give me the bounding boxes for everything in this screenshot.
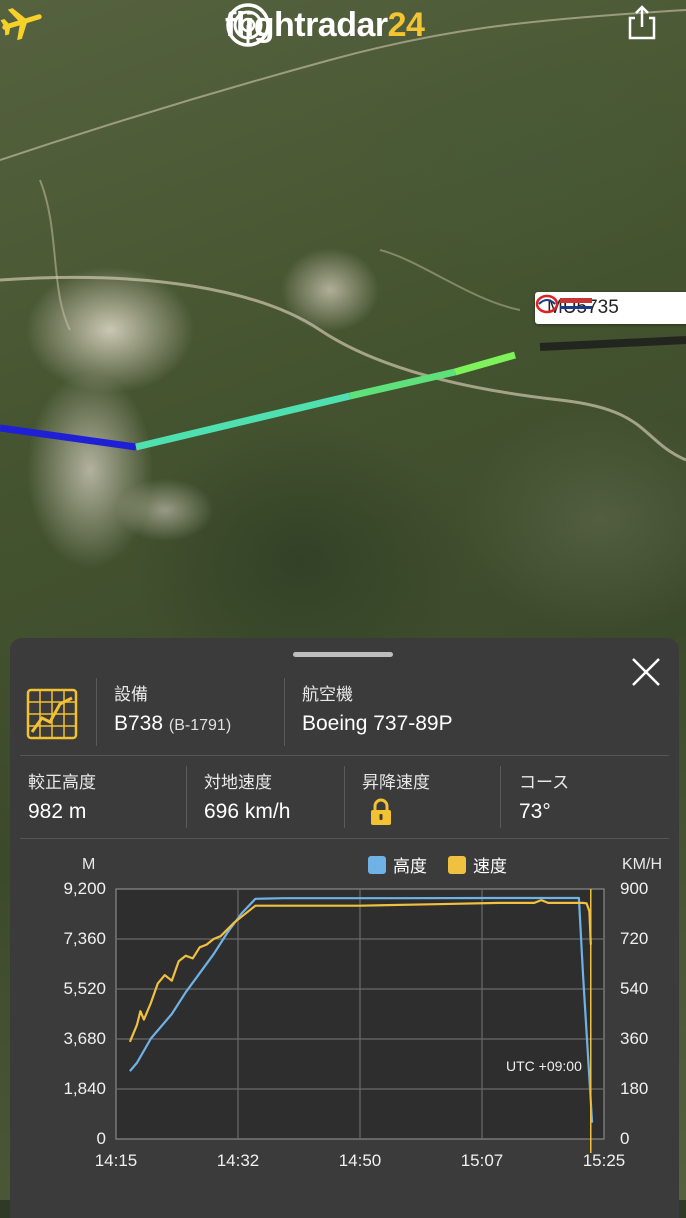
aircraft-label: 航空機 (302, 685, 353, 704)
y-left-tick-label: 5,520 (63, 979, 106, 998)
lock-icon[interactable] (370, 798, 392, 826)
flightradar24-logo: flightradar24 (225, 2, 425, 48)
divider (20, 838, 669, 839)
course-value: 73° (519, 800, 551, 823)
flight-trail-segment (135, 392, 351, 451)
y-left-tick-label: 3,680 (63, 1029, 106, 1048)
chart-plot-area (115, 888, 605, 1153)
y-left-tick-label: 7,360 (63, 929, 106, 948)
flight-trail-segment (349, 368, 456, 400)
vertical-speed-label: 昇降速度 (362, 773, 430, 792)
radar-icon (226, 3, 270, 47)
x-tick-label: 14:32 (216, 1151, 260, 1170)
road (39, 179, 71, 331)
divider (344, 766, 345, 828)
x-tick-label: 14:50 (338, 1151, 382, 1170)
legend-label-speed: 速度 (473, 857, 507, 876)
legend-speed[interactable]: 速度 (448, 852, 507, 877)
ground-speed-label: 対地速度 (204, 773, 272, 792)
aircraft-type-icon (26, 688, 78, 740)
share-button[interactable] (622, 2, 662, 42)
divider (96, 678, 97, 746)
panel-drag-handle[interactable] (293, 652, 393, 657)
y-right-tick-label: 0 (620, 1129, 630, 1148)
aircraft-registration: (B-1791) (168, 717, 232, 734)
y-right-tick-label: 360 (620, 1029, 649, 1048)
y-right-tick-label: 900 (620, 879, 649, 898)
legend-altitude[interactable]: 高度 (368, 852, 427, 877)
y-left-tick-label: 1,840 (63, 1079, 106, 1098)
x-tick-label: 15:07 (460, 1151, 504, 1170)
projected-route (539, 336, 686, 351)
timezone-note: UTC +09:00 (506, 1058, 582, 1074)
legend-swatch-speed (448, 855, 466, 874)
equipment-value: B738 (B-1791) (114, 712, 231, 736)
altitude-speed-chart[interactable]: M KM/H 高度 速度 UTC +09:00 0 1,840 3,680 5,520… (10, 846, 679, 1186)
y-right-tick-label: 540 (620, 979, 649, 998)
right-axis-unit: KM/H (622, 856, 662, 873)
road (379, 249, 521, 311)
left-axis-unit: M (82, 856, 96, 873)
y-right-tick-label: 180 (620, 1079, 649, 1098)
equipment-label: 設備 (114, 685, 148, 704)
divider (20, 755, 669, 756)
calibrated-altitude-value: 982 m (28, 800, 87, 823)
aircraft-marker-icon[interactable] (0, 0, 44, 44)
flight-trail-segment (0, 424, 137, 451)
x-tick-label: 14:15 (94, 1151, 138, 1170)
course-label: コース (519, 773, 570, 792)
share-icon (628, 5, 656, 40)
china-eastern-logo-icon (535, 294, 592, 314)
ground-speed-value: 696 km/h (204, 800, 291, 823)
y-left-tick-label: 9,200 (63, 879, 106, 898)
divider (186, 766, 187, 828)
y-left-tick-label: 0 (96, 1129, 106, 1148)
aircraft-type-code: B738 (114, 712, 164, 735)
divider (284, 678, 285, 746)
aircraft-model: Boeing 737-89P (302, 712, 453, 735)
flight-stats-row: 較正高度 982 m 対地速度 696 km/h 昇降速度 コース 73° (10, 766, 679, 836)
x-tick-label: 15:25 (582, 1151, 626, 1170)
legend-swatch-altitude (368, 855, 386, 874)
legend-label-altitude: 高度 (393, 857, 427, 876)
flight-trail-segment (454, 351, 516, 376)
calibrated-altitude-label: 較正高度 (28, 773, 96, 792)
flight-callout[interactable]: MU5735 (535, 292, 686, 324)
divider (500, 766, 501, 828)
aircraft-info-row: 設備 B738 (B-1791) 航空機 Boeing 737-89P (10, 676, 679, 754)
flight-details-panel: 設備 B738 (B-1791) 航空機 Boeing 737-89P 較正高度… (10, 638, 679, 1218)
y-right-tick-label: 720 (620, 929, 649, 948)
